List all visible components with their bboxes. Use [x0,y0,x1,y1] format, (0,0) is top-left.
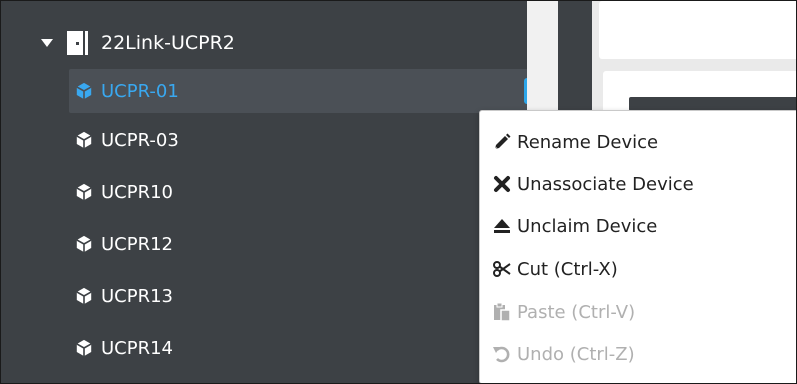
menu-item-cut[interactable]: Cut (Ctrl-X) [492,254,618,284]
app-frame: 22Link-UCPR2 UCPR-01 UCPR-03 UCPR10 UCPR… [0,0,797,384]
device-context-menu: Rename Device Unassociate Device Unclaim… [479,110,796,383]
device-tree-sidebar: 22Link-UCPR2 UCPR-01 UCPR-03 UCPR10 UCPR… [1,1,559,383]
menu-item-rename-device[interactable]: Rename Device [492,127,658,157]
pencil-icon [494,133,511,150]
device-label: UCPR12 [101,233,174,255]
tree-device-item[interactable]: UCPR-01 [69,69,559,113]
menu-item-label: Unassociate Device [517,173,694,195]
menu-item-unclaim-device[interactable]: Unclaim Device [492,211,657,241]
undo-icon [493,346,510,363]
device-label: UCPR-03 [101,129,179,151]
menu-item-label: Rename Device [517,131,659,153]
menu-item-label: Undo (Ctrl-Z) [517,343,635,365]
room-door-icon [67,31,88,55]
tree-root-label: 22Link-UCPR2 [101,32,235,54]
device-cube-icon [76,183,92,201]
tree-root-room[interactable]: 22Link-UCPR2 [41,29,235,57]
device-label: UCPR14 [101,337,174,359]
menu-item-label: Cut (Ctrl-X) [517,258,618,280]
menu-item-unassociate-device[interactable]: Unassociate Device [492,169,694,199]
details-card-top [599,1,796,59]
device-cube-icon [76,131,92,149]
menu-item-paste[interactable]: Paste (Ctrl-V) [492,297,635,327]
eject-icon [494,219,510,233]
scissors-icon [493,261,511,277]
device-label: UCPR10 [101,181,174,203]
menu-item-label: Unclaim Device [517,215,658,237]
expand-caret-icon[interactable] [41,39,53,47]
device-cube-icon [76,82,92,100]
close-icon [494,176,510,192]
device-cube-icon [76,235,92,253]
device-cube-icon [76,339,92,357]
device-label: UCPR13 [101,285,174,307]
device-cube-icon [76,287,92,305]
menu-item-label: Paste (Ctrl-V) [517,301,636,323]
paste-icon [494,302,511,322]
device-label: UCPR-01 [101,80,179,102]
menu-item-undo[interactable]: Undo (Ctrl-Z) [492,339,635,369]
details-header-bar [629,97,796,111]
